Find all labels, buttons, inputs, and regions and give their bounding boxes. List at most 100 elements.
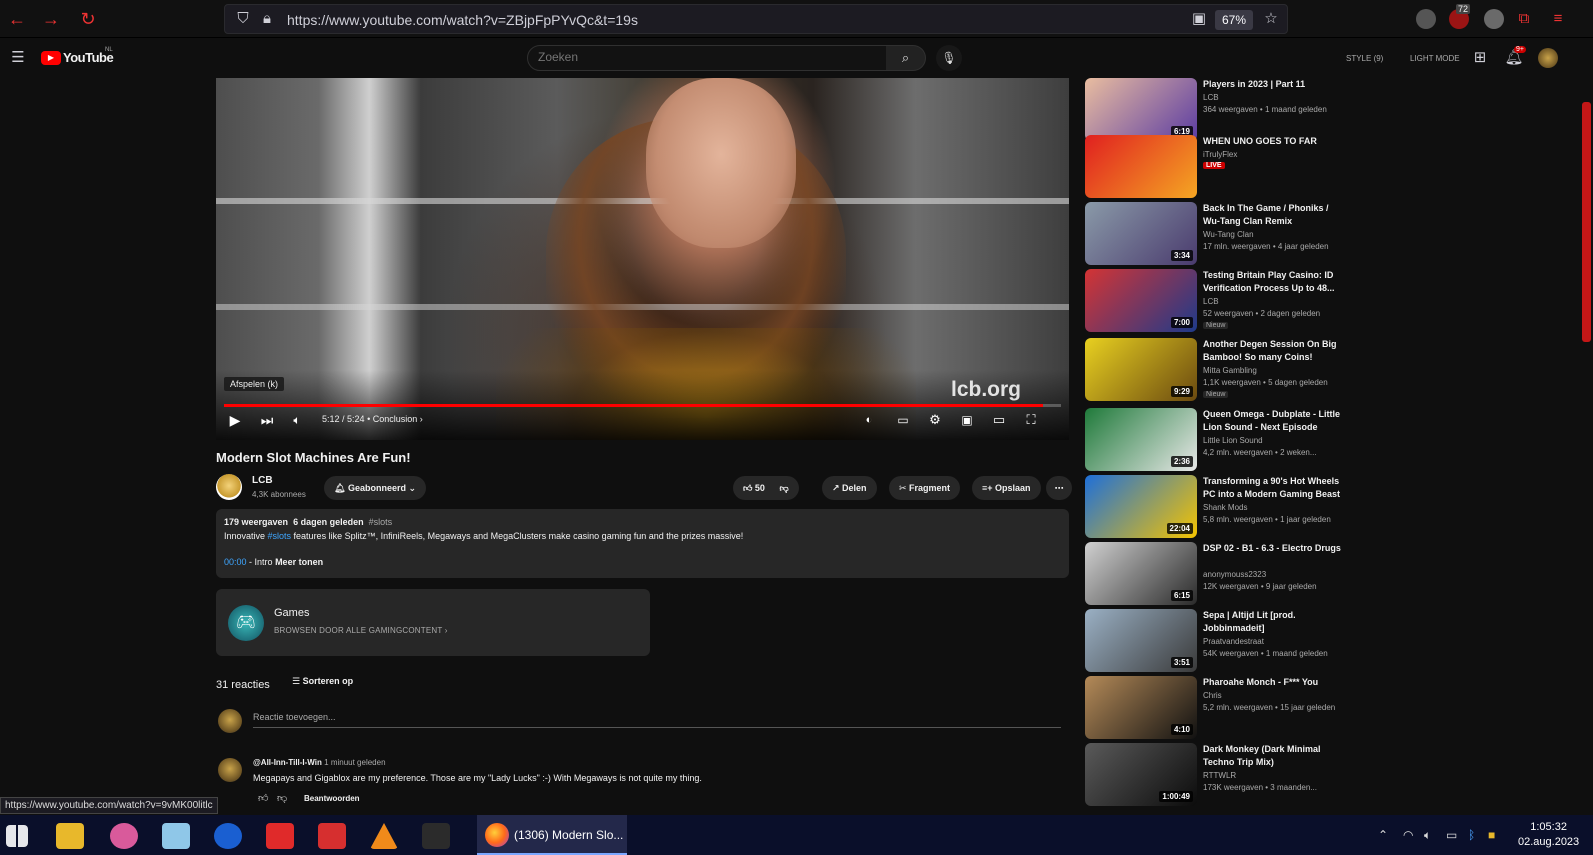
- search-input[interactable]: [538, 50, 878, 64]
- style-button[interactable]: STYLE (9): [1346, 54, 1383, 63]
- channel-name[interactable]: LCB: [252, 475, 273, 486]
- theater-mode-icon[interactable]: ▭: [988, 410, 1010, 430]
- recommendation-thumbnail[interactable]: 6:19: [1085, 78, 1197, 141]
- comment-like-icon[interactable]: 👍︎: [258, 792, 268, 804]
- recommendation-title[interactable]: Back In The Game / Phoniks / Wu-Tang Cla…: [1203, 202, 1341, 228]
- battery-icon[interactable]: ▭: [1446, 828, 1457, 842]
- description-box[interactable]: 179 weergaven 6 dagen geleden #slots Inn…: [216, 509, 1069, 578]
- autoplay-toggle-icon[interactable]: ◐: [858, 410, 880, 430]
- recommendation-item[interactable]: 1:00:49 Dark Monkey (Dark Minimal Techno …: [1085, 743, 1415, 807]
- recommendation-thumbnail[interactable]: 9:29: [1085, 338, 1197, 401]
- teamviewer-icon[interactable]: [214, 823, 242, 849]
- guide-menu-icon[interactable]: ☰: [8, 48, 28, 68]
- recommendation-channel[interactable]: RTTWLR: [1203, 771, 1236, 780]
- recommendation-item[interactable]: WHEN UNO GOES TO FAR iTrulyFlex LIVE: [1085, 135, 1415, 199]
- vlc-icon[interactable]: [370, 823, 398, 849]
- recommendation-title[interactable]: WHEN UNO GOES TO FAR: [1203, 135, 1341, 148]
- taskbar-clock[interactable]: 1:05:32 02.aug.2023: [1518, 820, 1579, 850]
- comment-dislike-icon[interactable]: 👎︎: [277, 792, 287, 804]
- recommendation-thumbnail[interactable]: 3:34: [1085, 202, 1197, 265]
- recommendation-thumbnail[interactable]: 6:15: [1085, 542, 1197, 605]
- recommendation-item[interactable]: 3:34 Back In The Game / Phoniks / Wu-Tang…: [1085, 202, 1415, 266]
- recommendation-thumbnail[interactable]: 7:00: [1085, 269, 1197, 332]
- play-icon[interactable]: ▶: [224, 410, 246, 430]
- page-scrollbar[interactable]: [1580, 80, 1593, 805]
- fullscreen-icon[interactable]: ⛶: [1020, 410, 1042, 430]
- share-button[interactable]: ↗ Delen: [822, 476, 877, 500]
- recommendation-channel[interactable]: LCB: [1203, 93, 1219, 102]
- recommendation-item[interactable]: 2:36 Queen Omega - Dubplate - Little Lion…: [1085, 408, 1415, 472]
- recommendation-channel[interactable]: iTrulyFlex: [1203, 150, 1237, 159]
- account-avatar[interactable]: [1538, 48, 1558, 68]
- save-button[interactable]: ≡+ Opslaan: [972, 476, 1041, 500]
- taskbar-firefox-task[interactable]: (1306) Modern Slo...: [477, 815, 627, 855]
- recommendation-title[interactable]: Dark Monkey (Dark Minimal Techno Trip Mi…: [1203, 743, 1341, 769]
- tray-chevron-up-icon[interactable]: ⌃: [1378, 828, 1388, 842]
- volume-icon[interactable]: 🔈︎: [286, 410, 308, 430]
- recommendation-thumbnail[interactable]: [1085, 135, 1197, 198]
- recommendation-channel[interactable]: Wu-Tang Clan: [1203, 230, 1254, 239]
- recommendation-channel[interactable]: Chris: [1203, 691, 1222, 700]
- recommendation-channel[interactable]: Mitta Gambling: [1203, 366, 1257, 375]
- forward-arrow-icon[interactable]: →: [40, 8, 62, 30]
- create-video-icon[interactable]: ⊞: [1470, 48, 1490, 68]
- add-comment-input[interactable]: Reactie toevoegen...: [253, 712, 1061, 728]
- games-card[interactable]: 🎮︎ Games BROWSEN DOOR ALLE GAMINGCONTENT…: [216, 589, 650, 656]
- recommendation-item[interactable]: 6:19 Players in 2023 | Part 11 LCB 364 weer…: [1085, 78, 1415, 142]
- recommendation-thumbnail[interactable]: 1:00:49: [1085, 743, 1197, 806]
- bluetooth-icon[interactable]: ᛒ: [1468, 828, 1475, 842]
- recommendation-title[interactable]: Transforming a 90's Hot Wheels PC into a…: [1203, 475, 1341, 501]
- recommendation-title[interactable]: Testing Britain Play Casino: ID Verifica…: [1203, 269, 1341, 295]
- start-menu-icon[interactable]: [6, 825, 28, 847]
- recommendation-item[interactable]: 7:00 Testing Britain Play Casino: ID Veri…: [1085, 269, 1415, 333]
- recommendation-channel[interactable]: Praatvandestraat: [1203, 637, 1264, 646]
- recommendation-item[interactable]: 6:15 DSP 02 - B1 - 6.3 - Electro Drugs ano…: [1085, 542, 1415, 606]
- settings-gear-icon[interactable]: ⚙: [924, 410, 946, 430]
- recommendation-thumbnail[interactable]: 4:10: [1085, 676, 1197, 739]
- recommendation-title[interactable]: Queen Omega - Dubplate - Little Lion Sou…: [1203, 408, 1341, 434]
- wifi-icon[interactable]: ◠: [1403, 828, 1413, 842]
- comment-time[interactable]: 1 minuut geleden: [324, 758, 385, 767]
- more-actions-icon[interactable]: ⋯: [1046, 476, 1072, 500]
- subtitles-icon[interactable]: ▭: [892, 410, 914, 430]
- search-icon[interactable]: ⌕: [886, 45, 926, 71]
- file-explorer-icon[interactable]: [56, 823, 84, 849]
- chapter-timestamp-link[interactable]: 00:00: [224, 557, 247, 567]
- video-player[interactable]: Afspelen (k) lcb.org ▶ ⏭︎ 🔈︎ 5:12 / 5:24…: [216, 78, 1069, 440]
- microphone-icon[interactable]: 🎙︎: [936, 45, 962, 71]
- games-browse-link[interactable]: BROWSEN DOOR ALLE GAMINGCONTENT ›: [274, 626, 448, 635]
- show-more-button[interactable]: Meer tonen: [275, 557, 323, 567]
- extensions-puzzle-icon[interactable]: ⧉: [1514, 9, 1534, 29]
- subscribed-button[interactable]: 🔔︎ Geabonneerd ⌄: [324, 476, 427, 500]
- recommendation-title[interactable]: DSP 02 - B1 - 6.3 - Electro Drugs: [1203, 542, 1341, 555]
- recommendation-channel[interactable]: Shank Mods: [1203, 503, 1247, 512]
- recommendation-thumbnail[interactable]: 3:51: [1085, 609, 1197, 672]
- reply-button[interactable]: Beantwoorden: [304, 794, 360, 803]
- picture-in-picture-icon[interactable]: ▣: [1189, 9, 1209, 29]
- popcorn-icon[interactable]: [266, 823, 294, 849]
- scrollbar-thumb[interactable]: [1582, 102, 1591, 342]
- chapter-title[interactable]: Conclusion: [373, 414, 418, 424]
- description-hashtag-link[interactable]: #slots: [268, 531, 292, 541]
- tidal-icon[interactable]: [422, 823, 450, 849]
- comment-author-avatar[interactable]: [218, 758, 242, 782]
- recommendation-title[interactable]: Sepa | Altijd Lit [prod. Jobbinmadeit]: [1203, 609, 1341, 635]
- paint-icon[interactable]: [110, 823, 138, 849]
- next-video-icon[interactable]: ⏭︎: [256, 410, 278, 430]
- recommendation-channel[interactable]: anonymouss2323: [1203, 570, 1266, 579]
- volume-tray-icon[interactable]: 🔈︎: [1424, 828, 1431, 843]
- channel-avatar[interactable]: [216, 474, 242, 500]
- recommendation-title[interactable]: Another Degen Session On Big Bamboo! So …: [1203, 338, 1341, 364]
- like-button[interactable]: 👍︎ 50 👎︎: [733, 476, 799, 500]
- extension-mask-icon[interactable]: [1416, 9, 1436, 29]
- recommendation-title[interactable]: Pharoahe Monch - F*** You: [1203, 676, 1341, 689]
- search-box[interactable]: [527, 45, 887, 71]
- bookmark-star-icon[interactable]: ☆: [1261, 9, 1281, 29]
- recommendation-item[interactable]: 4:10 Pharoahe Monch - F*** You Chris 5,2 ml…: [1085, 676, 1415, 740]
- downloader-icon[interactable]: [318, 823, 346, 849]
- recommendation-channel[interactable]: LCB: [1203, 297, 1219, 306]
- comment-author[interactable]: @All-Inn-Till-I-Win 1 minuut geleden: [253, 758, 386, 767]
- url-text[interactable]: https://www.youtube.com/watch?v=ZBjpFpPY…: [287, 12, 638, 28]
- reload-icon[interactable]: ↻: [77, 8, 99, 30]
- light-mode-button[interactable]: LIGHT MODE: [1410, 54, 1460, 63]
